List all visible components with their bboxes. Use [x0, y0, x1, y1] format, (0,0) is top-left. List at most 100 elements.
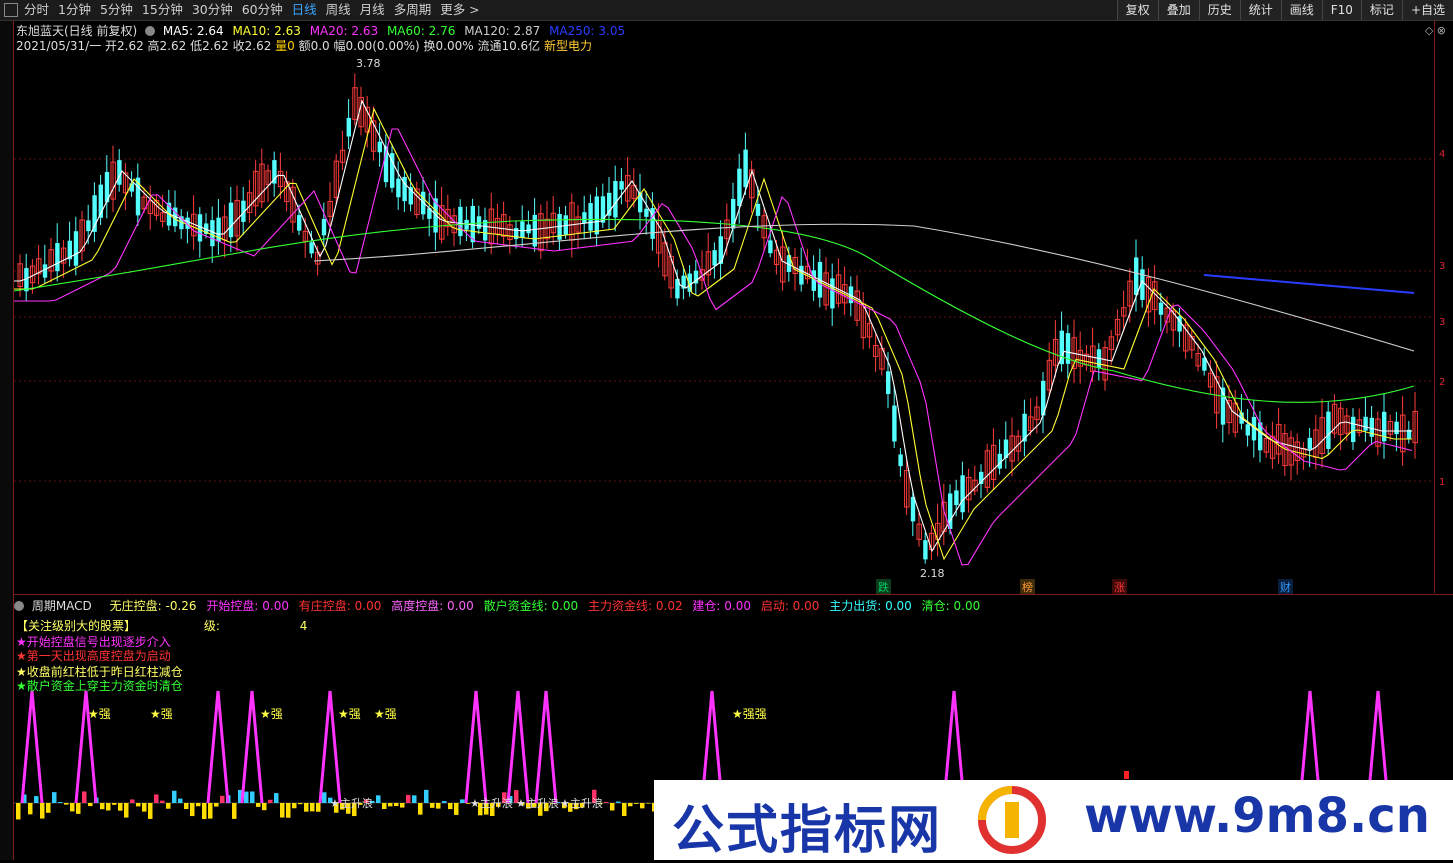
macd-bar: [148, 803, 153, 819]
candle-body: [309, 242, 313, 253]
control-spike: [466, 691, 486, 803]
legend-item-5: 主力资金线: 0.02: [588, 599, 683, 613]
candle-body: [954, 490, 958, 505]
candle-body: [886, 371, 890, 394]
window-icon[interactable]: [4, 3, 18, 17]
candle-body: [378, 142, 382, 153]
tab-period-2[interactable]: 5分钟: [100, 2, 133, 18]
legend-item-2: 有庄控盘: 0.00: [299, 599, 382, 613]
indicator-dropdown-icon[interactable]: [14, 601, 24, 611]
draw-line-button[interactable]: 画线: [1281, 0, 1322, 20]
tab-period-4[interactable]: 30分钟: [192, 2, 233, 18]
candle-body: [923, 540, 927, 559]
control-spike: [242, 691, 262, 803]
legend-item-3: 高度控盘: 0.00: [391, 599, 474, 613]
indicator-legend: 周期MACD 无庄控盘: -0.26 开始控盘: 0.00 有庄控盘: 0.00…: [14, 597, 986, 614]
macd-bar: [394, 803, 399, 806]
candle-body: [1159, 303, 1163, 315]
marker-zhang[interactable]: 涨: [1112, 579, 1127, 595]
history-button[interactable]: 历史: [1199, 0, 1240, 20]
candle-body: [1394, 422, 1398, 434]
marker-die[interactable]: 跌: [876, 579, 891, 595]
stats-button[interactable]: 统计: [1240, 0, 1281, 20]
macd-bar: [604, 802, 609, 803]
add-watchlist-button[interactable]: +自选: [1402, 0, 1453, 20]
rise-label-0: ★主升浪: [330, 795, 373, 811]
axis-tick-4: 1: [1439, 477, 1445, 488]
candlestick-chart[interactable]: 东旭蓝天(日线 前复权) MA5: 2.64 MA10: 2.63 MA20: …: [14, 21, 1434, 593]
tab-period-7[interactable]: 周线: [326, 2, 351, 18]
macd-bar: [142, 803, 147, 812]
tab-period-more[interactable]: 更多 >: [440, 2, 479, 18]
rise-label-1: ★主升浪: [470, 795, 513, 811]
candle-body: [582, 212, 586, 223]
strong-label-2: ★强: [260, 705, 283, 722]
macd-bar: [190, 803, 195, 816]
tab-period-9[interactable]: 多周期: [394, 2, 432, 18]
mark-button[interactable]: 标记: [1361, 0, 1402, 20]
macd-bar: [610, 803, 615, 810]
candle-body: [1134, 257, 1138, 294]
candle-body: [892, 406, 896, 442]
candle-body: [1326, 412, 1330, 449]
macd-bar: [646, 803, 651, 804]
candle-body: [396, 179, 400, 198]
legend-item-0: 无庄控盘: -0.26: [110, 599, 197, 613]
macd-bar: [634, 803, 639, 804]
overlay-button[interactable]: 叠加: [1158, 0, 1199, 20]
axis-tick-3: 3: [1439, 317, 1445, 328]
tab-period-5[interactable]: 60分钟: [242, 2, 283, 18]
macd-bar: [274, 793, 279, 803]
candle-body: [712, 250, 716, 265]
ma-line: [14, 129, 1412, 565]
macd-bar: [136, 803, 141, 806]
macd-bar: [196, 803, 201, 806]
ma120-value: MA120: 2.87: [464, 24, 540, 38]
marker-cai[interactable]: 财: [1278, 579, 1293, 595]
macd-bar: [268, 800, 273, 803]
macd-bar: [28, 803, 33, 814]
macd-bar: [184, 803, 189, 809]
candle-body: [533, 215, 537, 247]
ma10-value: MA10: 2.63: [232, 24, 300, 38]
quote-rest: 额0.0 幅0.00(0.00%) 换0.00% 流通10.6亿: [295, 39, 544, 53]
marker-bang[interactable]: 榜: [1020, 579, 1035, 595]
f10-button[interactable]: F10: [1322, 0, 1361, 20]
macd-bar: [430, 803, 435, 808]
macd-bar: [448, 803, 453, 809]
grid-lines: [14, 159, 1434, 481]
strong-label-5: ★强强: [732, 705, 767, 722]
candle-body: [799, 266, 803, 285]
macd-bar: [58, 802, 63, 803]
macd-bar: [220, 796, 225, 803]
indicator-name[interactable]: 周期MACD: [32, 599, 92, 613]
macd-bar: [88, 803, 93, 806]
tab-period-1[interactable]: 1分钟: [58, 2, 91, 18]
macd-bar: [628, 803, 633, 806]
note-level-value: 4: [300, 619, 308, 633]
macd-bar: [304, 803, 309, 812]
macd-bar: [118, 803, 123, 811]
macd-bar: [250, 791, 255, 803]
macd-bar: [436, 803, 441, 809]
macd-bar: [70, 803, 75, 811]
sector-tag[interactable]: 新型电力: [544, 39, 592, 53]
macd-bar: [34, 796, 39, 803]
macd-bar: [640, 803, 645, 808]
macd-bar: [298, 803, 303, 804]
candle-body: [756, 204, 760, 216]
tab-period-0[interactable]: 分时: [24, 2, 49, 18]
legend-item-6: 建仓: 0.00: [692, 599, 751, 613]
note-1: ★第一天出现高度控盘为启动: [16, 647, 171, 664]
watermark-banner: 公式指标网 www.9m8.cn: [654, 780, 1453, 860]
dropdown-icon[interactable]: [145, 26, 155, 36]
macd-bar: [202, 803, 207, 819]
tab-period-8[interactable]: 月线: [360, 2, 385, 18]
macd-bar: [262, 803, 267, 810]
ma-lines: [14, 101, 1414, 565]
macd-bar: [166, 803, 171, 809]
tab-period-daily[interactable]: 日线: [292, 2, 317, 18]
fuquan-button[interactable]: 复权: [1117, 0, 1158, 20]
macd-bar: [322, 792, 327, 803]
tab-period-3[interactable]: 15分钟: [142, 2, 183, 18]
